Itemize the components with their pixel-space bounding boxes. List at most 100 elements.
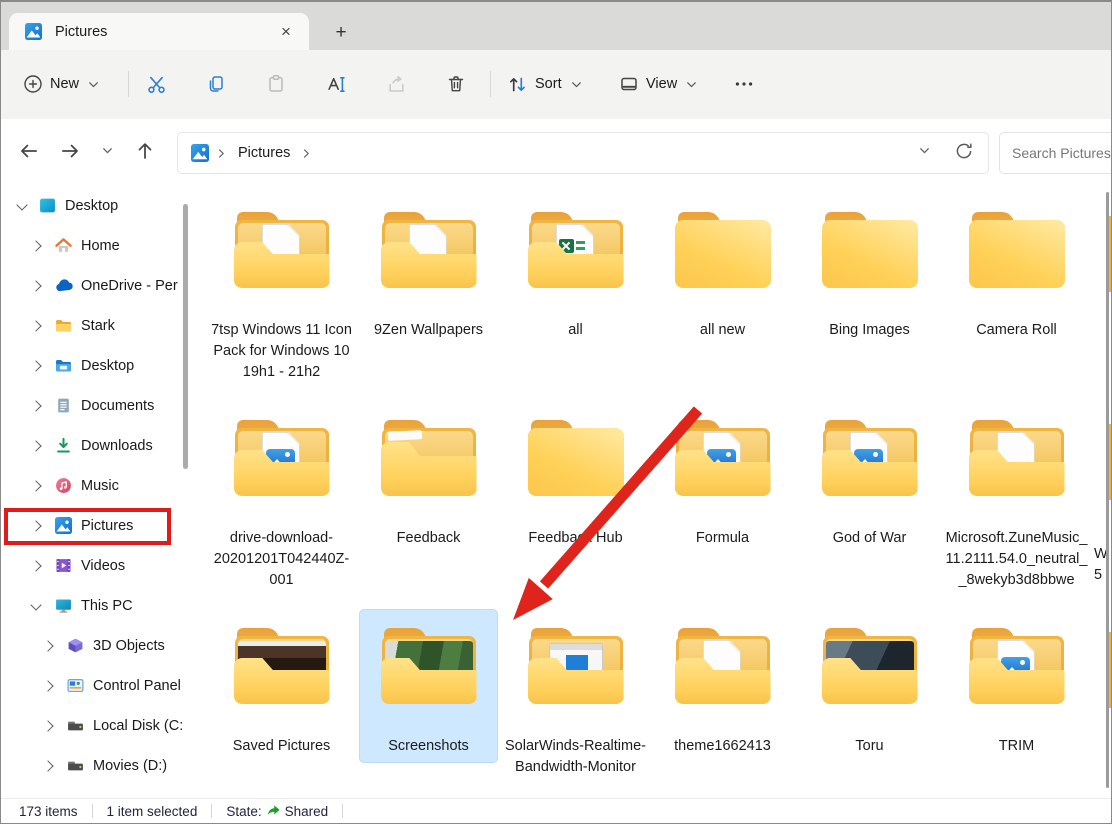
chevron-right-icon[interactable] bbox=[29, 559, 43, 573]
content-scrollbar[interactable] bbox=[1106, 192, 1109, 788]
chevron-right-icon[interactable] bbox=[29, 239, 43, 253]
folder-body bbox=[822, 220, 918, 288]
downloads-icon bbox=[55, 437, 73, 455]
chevron-down-icon[interactable] bbox=[15, 199, 29, 213]
sidebar-item-music[interactable]: Music bbox=[1, 466, 197, 506]
folder-tile-formula[interactable]: Formula bbox=[649, 406, 796, 612]
chevron-right-icon[interactable] bbox=[29, 279, 43, 293]
search-input[interactable] bbox=[1000, 145, 1112, 161]
chevron-right-icon[interactable] bbox=[41, 759, 55, 773]
refresh-icon[interactable] bbox=[954, 141, 974, 166]
folder-icon bbox=[528, 628, 624, 704]
desktop-icon bbox=[39, 197, 57, 215]
folder-tile-9zen-wallpapers[interactable]: 9Zen Wallpapers bbox=[355, 198, 502, 404]
view-button[interactable]: View bbox=[613, 64, 705, 104]
sidebar-item-label: Home bbox=[81, 238, 120, 254]
folder-tile-drive-download-20201201t[interactable]: drive-download-20201201T042440Z-001 bbox=[208, 406, 355, 612]
folder-icon bbox=[822, 628, 918, 704]
disk-icon bbox=[67, 717, 85, 735]
sidebar-item-downloads[interactable]: Downloads bbox=[1, 426, 197, 466]
cut-button[interactable] bbox=[136, 64, 176, 104]
chevron-right-icon[interactable] bbox=[29, 439, 43, 453]
address-dropdown-chevron-icon[interactable] bbox=[917, 143, 932, 163]
view-button-label: View bbox=[646, 76, 677, 92]
copy-icon bbox=[206, 74, 226, 94]
folder-tile-theme1662413[interactable]: theme1662413 bbox=[649, 614, 796, 799]
copy-button[interactable] bbox=[196, 64, 236, 104]
paste-button[interactable] bbox=[256, 64, 296, 104]
folder-tile-trim[interactable]: TRIM bbox=[943, 614, 1090, 799]
sidebar-item-label: Control Panel bbox=[93, 678, 181, 694]
folder-tile-solarwinds-realtime-band[interactable]: SolarWinds-Realtime-Bandwidth-Monitor bbox=[502, 614, 649, 799]
sidebar-item-desktop[interactable]: Desktop bbox=[1, 186, 197, 226]
folder-tile-microsoft-zunemusic-11-2[interactable]: Microsoft.ZuneMusic_11.2111.54.0_neutral… bbox=[943, 406, 1090, 612]
sidebar-item-desktop[interactable]: Desktop bbox=[1, 346, 197, 386]
delete-button[interactable] bbox=[436, 64, 476, 104]
chevron-down-icon bbox=[86, 77, 101, 92]
folder-tile-all[interactable]: all bbox=[502, 198, 649, 404]
folder-tile-toru[interactable]: Toru bbox=[796, 614, 943, 799]
view-icon bbox=[619, 74, 639, 94]
chevron-right-icon[interactable] bbox=[41, 719, 55, 733]
chevron-right-icon[interactable] bbox=[29, 359, 43, 373]
folder-label: Toru bbox=[797, 736, 942, 757]
share-button[interactable] bbox=[376, 64, 416, 104]
folder-label: Microsoft.ZuneMusic_11.2111.54.0_neutral… bbox=[944, 528, 1089, 591]
sort-button[interactable]: Sort bbox=[501, 64, 590, 104]
chevron-right-icon bbox=[300, 147, 313, 160]
tab-bar: Pictures × + bbox=[1, 2, 1111, 50]
sidebar-item-stark[interactable]: Stark bbox=[1, 306, 197, 346]
folder-tile-feedback-hub[interactable]: Feedback Hub bbox=[502, 406, 649, 612]
sidebar-item-home[interactable]: Home bbox=[1, 226, 197, 266]
chevron-right-icon[interactable] bbox=[29, 399, 43, 413]
folder-icon bbox=[675, 212, 771, 288]
sidebar-item-movies-d[interactable]: Movies (D:) bbox=[1, 746, 197, 786]
recent-locations-button[interactable] bbox=[89, 133, 125, 173]
new-tab-button[interactable]: + bbox=[328, 20, 354, 46]
chevron-right-icon[interactable] bbox=[29, 319, 43, 333]
folder-tile-feedback[interactable]: Feedback bbox=[355, 406, 502, 612]
folder-label: 7tsp Windows 11 Icon Pack for Windows 10… bbox=[209, 320, 354, 383]
sidebar-item-onedrive-per[interactable]: OneDrive - Per bbox=[1, 266, 197, 306]
rename-button[interactable] bbox=[316, 64, 356, 104]
more-options-button[interactable] bbox=[724, 64, 764, 104]
chevron-right-icon[interactable] bbox=[41, 679, 55, 693]
folder-icon bbox=[55, 317, 73, 335]
new-button[interactable]: New bbox=[17, 64, 107, 104]
objects3d-icon bbox=[67, 637, 85, 655]
arrow-up-icon bbox=[134, 140, 156, 167]
sidebar-scrollbar[interactable] bbox=[183, 204, 188, 469]
sidebar-item-documents[interactable]: Documents bbox=[1, 386, 197, 426]
home-icon bbox=[55, 237, 73, 255]
folder-tile-all-new[interactable]: all new bbox=[649, 198, 796, 404]
toolbar-separator bbox=[128, 71, 129, 97]
address-bar[interactable]: Pictures bbox=[177, 132, 989, 174]
folder-tile-god-of-war[interactable]: God of War bbox=[796, 406, 943, 612]
chevron-right-icon[interactable] bbox=[41, 639, 55, 653]
up-button[interactable] bbox=[125, 133, 165, 173]
breadcrumb-pictures[interactable]: Pictures bbox=[234, 142, 294, 164]
back-button[interactable] bbox=[9, 133, 49, 173]
sidebar-item-label: Movies (D:) bbox=[93, 758, 167, 774]
sidebar-item-control-panel[interactable]: Control Panel bbox=[1, 666, 197, 706]
folder-tile-7tsp-windows-11-icon-pac[interactable]: 7tsp Windows 11 Icon Pack for Windows 10… bbox=[208, 198, 355, 404]
status-divider bbox=[92, 804, 93, 818]
annotation-highlight-box bbox=[4, 508, 171, 545]
close-icon[interactable]: × bbox=[273, 19, 299, 45]
folder-label: all new bbox=[650, 320, 795, 341]
folder-tile-screenshots[interactable]: Screenshots bbox=[355, 614, 502, 799]
folder-icon bbox=[234, 420, 330, 496]
sidebar-item-3d-objects[interactable]: 3D Objects bbox=[1, 626, 197, 666]
sidebar-item-videos[interactable]: Videos bbox=[1, 546, 197, 586]
folder-tile-saved-pictures[interactable]: Saved Pictures bbox=[208, 614, 355, 799]
folder-icon bbox=[381, 420, 477, 496]
chevron-down-icon[interactable] bbox=[29, 599, 43, 613]
tab-pictures[interactable]: Pictures × bbox=[9, 13, 309, 50]
folder-tile-bing-images[interactable]: Bing Images bbox=[796, 198, 943, 404]
folder-tile-camera-roll[interactable]: Camera Roll bbox=[943, 198, 1090, 404]
onedrive-icon bbox=[55, 277, 73, 295]
sidebar-item-this-pc[interactable]: This PC bbox=[1, 586, 197, 626]
forward-button[interactable] bbox=[50, 133, 90, 173]
sidebar-item-local-disk-c[interactable]: Local Disk (C: bbox=[1, 706, 197, 746]
chevron-right-icon[interactable] bbox=[29, 479, 43, 493]
